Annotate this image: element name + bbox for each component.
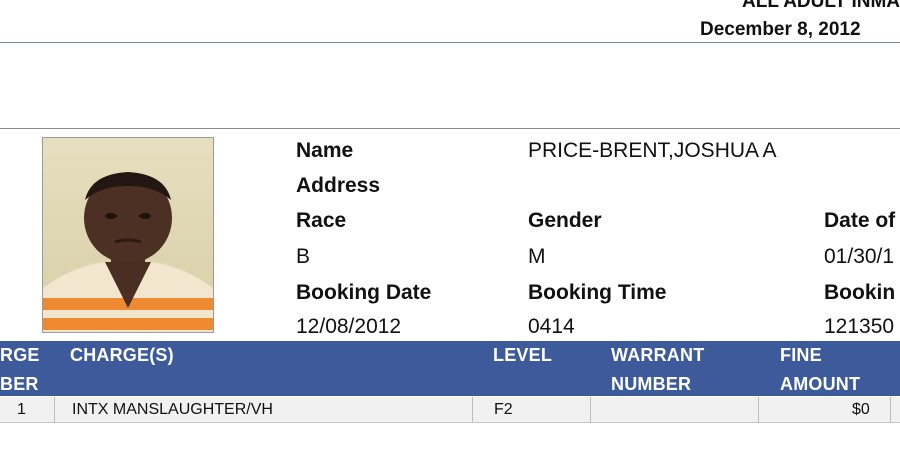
section-divider	[0, 128, 900, 129]
gender-value: M	[528, 245, 546, 268]
warrant-header: WARRANT	[611, 345, 705, 365]
booking-date-label: Booking Date	[296, 281, 432, 304]
race-value: B	[296, 245, 311, 268]
report-title: ALL ADULT INMA	[742, 0, 900, 12]
column-divider	[472, 397, 473, 422]
charge-number-header: RGE	[0, 345, 40, 365]
column-divider	[54, 397, 55, 422]
race-label: Race	[296, 209, 347, 232]
report-date: December 8, 2012	[700, 19, 861, 40]
level-cell: F2	[494, 401, 513, 418]
charge-number-header-line2: BER	[0, 374, 39, 394]
gender-label: Gender	[528, 209, 602, 232]
column-divider	[590, 397, 591, 422]
booking-photo	[42, 137, 214, 333]
charge-number-cell: 1	[17, 401, 26, 418]
booking-date-value: 12/08/2012	[296, 315, 402, 338]
header-divider	[0, 42, 900, 43]
booking-number-label: Bookin	[824, 281, 896, 304]
warrant-header-line2: NUMBER	[611, 374, 692, 394]
fine-amount-cell: $0	[852, 401, 870, 418]
charge-description-cell: INTX MANSLAUGHTER/VH	[72, 401, 273, 418]
column-divider	[758, 397, 759, 422]
charges-header: CHARGE(S)	[70, 345, 174, 365]
column-divider	[890, 397, 891, 422]
name-value: PRICE-BRENT,JOSHUA A	[528, 139, 777, 162]
name-label: Name	[296, 139, 354, 162]
address-label: Address	[296, 174, 381, 197]
level-header: LEVEL	[493, 345, 553, 365]
booking-number-value: 121350	[824, 315, 895, 338]
fine-header-line2: AMOUNT	[780, 374, 861, 394]
dob-value: 01/30/1	[824, 245, 895, 268]
fine-header: FINE	[780, 345, 822, 365]
booking-time-label: Booking Time	[528, 281, 667, 304]
dob-label: Date of	[824, 209, 896, 232]
booking-time-value: 0414	[528, 315, 575, 338]
table-bottom-border	[0, 422, 900, 423]
